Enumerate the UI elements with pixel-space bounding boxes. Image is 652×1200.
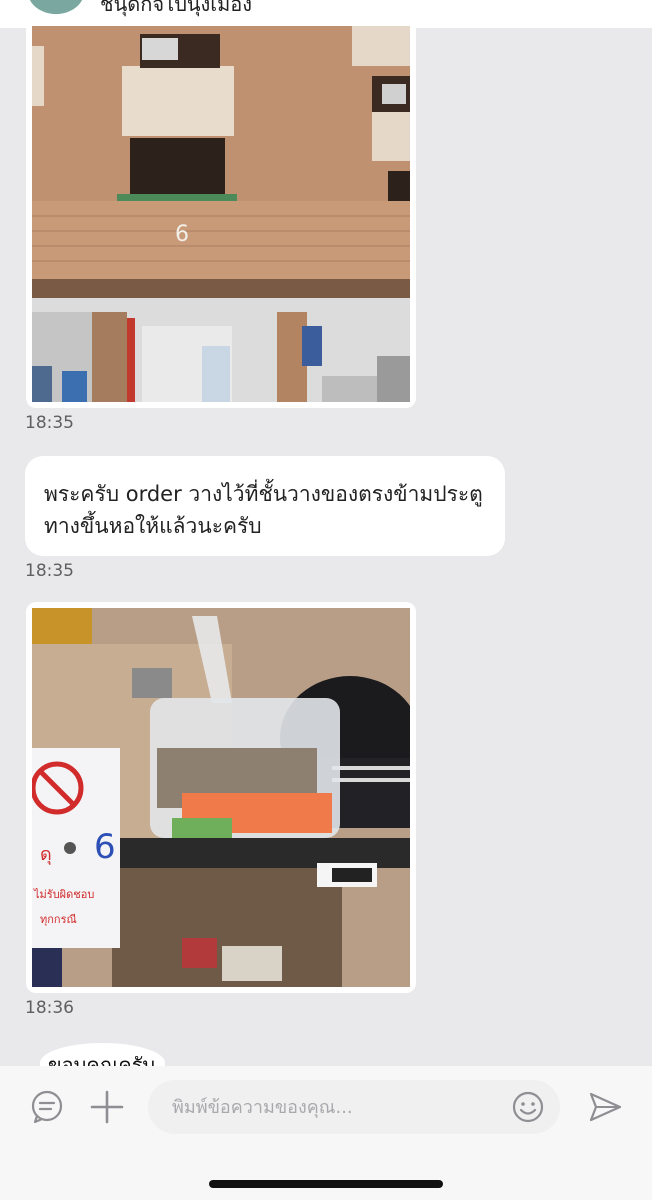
- home-indicator: [209, 1180, 443, 1188]
- sign-line-3: ทุกกรณี: [40, 913, 77, 926]
- sign-number: 6: [94, 827, 116, 867]
- image-message[interactable]: 6: [26, 20, 416, 408]
- message-timestamp: 18:35: [25, 561, 74, 581]
- plus-icon: [90, 1090, 124, 1124]
- contact-name: ชนุดกิจไปนุ่งเมือง: [100, 0, 253, 16]
- emoji-button[interactable]: [510, 1089, 546, 1125]
- smiley-icon: [512, 1091, 544, 1123]
- text-message[interactable]: พระครับ order วางไว้ที่ชั้นวางของตรงข้าม…: [25, 456, 505, 556]
- message-input-container: [148, 1080, 560, 1134]
- message-timestamp: 18:36: [25, 998, 74, 1018]
- floor-number: 6: [175, 222, 189, 247]
- message-timestamp: 18:35: [25, 413, 74, 433]
- sign-line-2: ไม่รับผิดชอบ: [33, 888, 94, 901]
- send-icon: [589, 1092, 622, 1122]
- chat-bubble-icon: [31, 1090, 63, 1124]
- image-message[interactable]: ดุ 6 ไม่รับผิดชอบ ทุกกรณี: [26, 602, 416, 993]
- send-button[interactable]: [586, 1088, 624, 1126]
- building-photo[interactable]: 6: [32, 26, 410, 402]
- food-delivery-photo[interactable]: ดุ 6 ไม่รับผิดชอบ ทุกกรณี: [32, 608, 410, 987]
- chat-menu-button[interactable]: [28, 1088, 66, 1126]
- contact-avatar[interactable]: [28, 0, 84, 14]
- message-input[interactable]: [172, 1094, 492, 1120]
- sign-line-1: ดุ: [40, 844, 52, 865]
- add-attachment-button[interactable]: [88, 1088, 126, 1126]
